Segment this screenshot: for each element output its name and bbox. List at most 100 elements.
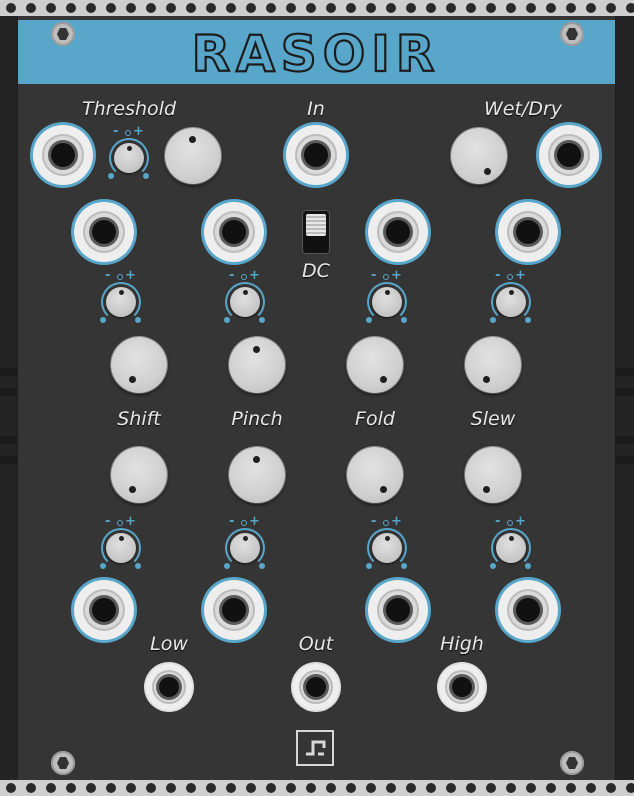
rail-hole <box>546 783 556 793</box>
rail-hole <box>166 783 176 793</box>
rail-hole <box>346 783 356 793</box>
pinch-knob-b[interactable] <box>229 447 285 503</box>
rail-hole <box>346 3 356 13</box>
wet-dry-cv-jack[interactable] <box>539 125 599 185</box>
rail-hole <box>366 3 376 13</box>
rail-hole <box>266 3 276 13</box>
pinch-attenuverter-bottom[interactable]: - + <box>219 514 271 572</box>
rail-hole <box>566 783 576 793</box>
shift-knob-b[interactable] <box>111 447 167 503</box>
shift-knob-a[interactable] <box>111 337 167 393</box>
rail-hole <box>526 3 536 13</box>
rail-hole <box>6 3 16 13</box>
out-label: Out <box>298 633 334 655</box>
threshold-label: Threshold <box>81 98 177 120</box>
rail-hole <box>266 783 276 793</box>
rail-hole <box>6 783 16 793</box>
rail-hole <box>626 3 634 13</box>
rail-hole <box>466 783 476 793</box>
top-rail <box>0 0 634 16</box>
rail-hole <box>306 3 316 13</box>
slew-knob-b[interactable] <box>465 447 521 503</box>
low-output-jack[interactable] <box>146 664 192 710</box>
in-jack[interactable] <box>286 125 346 185</box>
slew-attenuverter-bottom[interactable]: - + <box>485 514 537 572</box>
rail-hole <box>326 783 336 793</box>
rail-hole <box>466 3 476 13</box>
shift-attenuverter-top[interactable]: - + <box>95 268 147 326</box>
in-label: In <box>307 98 325 120</box>
threshold-attenuverter[interactable]: - + <box>103 124 155 182</box>
threshold-cv-jack[interactable] <box>33 125 93 185</box>
slew-label: Slew <box>470 408 516 430</box>
rail-hole <box>566 3 576 13</box>
out-output-jack[interactable] <box>293 664 339 710</box>
rail-hole <box>626 783 634 793</box>
pinch-attenuverter-top[interactable]: - + <box>219 268 271 326</box>
slew-cv-jack-bottom[interactable] <box>498 580 558 640</box>
rail-hole <box>126 783 136 793</box>
shift-attenuverter-bottom[interactable]: - + <box>95 514 147 572</box>
hex-screw-icon <box>560 22 584 46</box>
rail-hole <box>446 783 456 793</box>
rail-hole <box>586 783 596 793</box>
rail-hole <box>606 783 616 793</box>
rail-hole <box>426 3 436 13</box>
right-neighbor-module <box>616 16 634 780</box>
slew-cv-jack[interactable] <box>498 202 558 262</box>
rail-hole <box>506 3 516 13</box>
threshold-knob[interactable] <box>165 128 221 184</box>
fold-knob-b[interactable] <box>347 447 403 503</box>
rail-hole <box>26 783 36 793</box>
shift-label: Shift <box>117 408 161 430</box>
hex-screw-icon <box>51 22 75 46</box>
pinch-cv-jack-bottom[interactable] <box>204 580 264 640</box>
rail-hole <box>546 3 556 13</box>
rail-hole <box>126 3 136 13</box>
fold-cv-jack[interactable] <box>368 202 428 262</box>
dc-switch[interactable] <box>303 211 329 253</box>
rail-hole <box>226 783 236 793</box>
rail-hole <box>406 3 416 13</box>
brand-logo-icon <box>296 730 334 766</box>
rail-hole <box>286 783 296 793</box>
rail-hole <box>206 783 216 793</box>
shift-cv-jack[interactable] <box>74 202 134 262</box>
rail-hole <box>586 3 596 13</box>
rail-hole <box>486 3 496 13</box>
rail-hole <box>146 783 156 793</box>
fold-knob-a[interactable] <box>347 337 403 393</box>
high-output-jack[interactable] <box>439 664 485 710</box>
rail-hole <box>186 3 196 13</box>
slew-knob-a[interactable] <box>465 337 521 393</box>
rail-hole <box>146 3 156 13</box>
rail-hole <box>526 783 536 793</box>
wet-dry-label: Wet/Dry <box>483 98 563 120</box>
pinch-cv-jack[interactable] <box>204 202 264 262</box>
rail-hole <box>306 783 316 793</box>
rail-hole <box>446 3 456 13</box>
fold-attenuverter-bottom[interactable]: - + <box>361 514 413 572</box>
shift-cv-jack-bottom[interactable] <box>74 580 134 640</box>
title-bar: RASOIR <box>18 20 615 84</box>
hex-screw-icon <box>51 751 75 775</box>
fold-attenuverter-top[interactable]: - + <box>361 268 413 326</box>
rail-hole <box>386 3 396 13</box>
fold-label: Fold <box>355 408 395 430</box>
rail-hole <box>86 783 96 793</box>
slew-attenuverter-top[interactable]: - + <box>485 268 537 326</box>
rail-hole <box>246 783 256 793</box>
rail-hole <box>66 3 76 13</box>
hex-screw-icon <box>560 751 584 775</box>
rail-hole <box>186 783 196 793</box>
fold-cv-jack-bottom[interactable] <box>368 580 428 640</box>
rail-hole <box>406 783 416 793</box>
left-neighbor-module <box>0 16 17 780</box>
pinch-knob-a[interactable] <box>229 337 285 393</box>
rail-hole <box>326 3 336 13</box>
rail-hole <box>606 3 616 13</box>
rail-hole <box>226 3 236 13</box>
rail-hole <box>366 783 376 793</box>
wet-dry-knob[interactable] <box>451 128 507 184</box>
module-title: RASOIR <box>190 29 435 79</box>
